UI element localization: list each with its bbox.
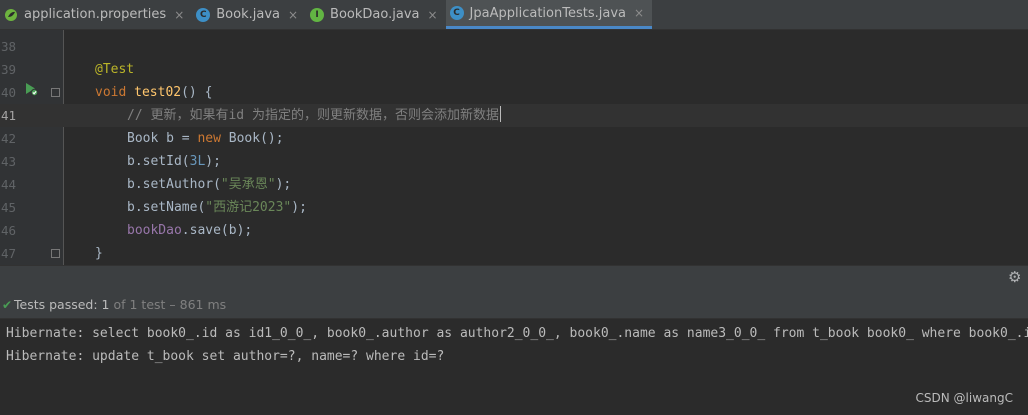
test-status-text: Tests passed: 1 of 1 test – 861 ms bbox=[14, 291, 226, 319]
tab-jpaapplicationtests-java[interactable]: C JpaApplicationTests.java × bbox=[445, 0, 653, 29]
fold-icon[interactable] bbox=[51, 88, 60, 97]
test-status-bar: ✔ Tests passed: 1 of 1 test – 861 ms bbox=[0, 291, 1028, 319]
interface-icon: I bbox=[310, 7, 325, 22]
code-editor[interactable]: 38 39 @Test 40 void test02() { 41 // 更新，… bbox=[0, 30, 1028, 265]
tab-label: BookDao.java bbox=[330, 7, 420, 22]
code-statement: b.setAuthor("吴承恩"); bbox=[127, 173, 291, 196]
code-text: b.setAuthor( bbox=[127, 177, 221, 192]
line-number: 38 bbox=[0, 39, 16, 54]
code-statement: bookDao.save(b); bbox=[127, 219, 252, 242]
close-icon[interactable]: × bbox=[288, 8, 298, 22]
line-number: 44 bbox=[0, 177, 16, 192]
code-text: .save(b); bbox=[181, 223, 253, 238]
code-line: 38 bbox=[0, 35, 1028, 58]
code-text: ); bbox=[275, 177, 292, 192]
field-reference: bookDao bbox=[127, 223, 182, 238]
tab-book-java[interactable]: C Book.java × bbox=[192, 0, 306, 29]
spring-leaf-icon bbox=[4, 8, 18, 22]
tab-label: Book.java bbox=[216, 7, 280, 22]
close-icon[interactable]: × bbox=[174, 8, 184, 22]
console-output[interactable]: Hibernate: select book0_.id as id1_0_0_,… bbox=[0, 319, 1028, 415]
tab-label: JpaApplicationTests.java bbox=[469, 5, 626, 21]
code-line-current: 41 // 更新，如果有id 为指定的，则更新数据，否则会添加新数据 bbox=[0, 104, 1028, 127]
code-statement: Book b = new Book(); bbox=[127, 127, 284, 150]
line-number: 41 bbox=[0, 108, 16, 123]
method-declaration: void test02() { bbox=[95, 81, 212, 104]
tab-bookdao-java[interactable]: I BookDao.java × bbox=[306, 0, 446, 29]
method-name: test02 bbox=[134, 85, 182, 100]
code-line: 40 void test02() { bbox=[0, 81, 1028, 104]
code-text: ); bbox=[205, 154, 221, 169]
keyword: new bbox=[197, 131, 221, 146]
close-icon[interactable]: × bbox=[427, 8, 437, 22]
watermark: CSDN @liwangC bbox=[915, 391, 1013, 405]
number-literal: 3L bbox=[189, 154, 206, 169]
line-number: 39 bbox=[0, 62, 16, 77]
line-number: 42 bbox=[0, 131, 16, 146]
console-line: Hibernate: update t_book set author=?, n… bbox=[6, 349, 445, 364]
fold-icon[interactable] bbox=[51, 249, 60, 258]
test-annotation: @Test bbox=[95, 62, 135, 77]
text-caret bbox=[499, 106, 501, 122]
code-line: 47 } bbox=[0, 242, 1028, 265]
status-label: Tests passed: bbox=[14, 297, 98, 312]
test-class-icon: C bbox=[449, 6, 464, 20]
run-tool-window-header: ⚙ bbox=[0, 265, 1028, 291]
code-line: 43 b.setId(3L); bbox=[0, 150, 1028, 173]
line-number: 47 bbox=[0, 246, 16, 261]
code-line: 44 b.setAuthor("吴承恩"); bbox=[0, 173, 1028, 196]
status-detail: of 1 test – 861 ms bbox=[113, 297, 227, 312]
class-icon: C bbox=[196, 7, 211, 22]
line-number: 45 bbox=[0, 200, 16, 215]
comment-line: // 更新，如果有id 为指定的，则更新数据，否则会添加新数据 bbox=[127, 104, 501, 127]
code-statement: b.setId(3L); bbox=[127, 150, 221, 173]
code-line: 45 b.setName("西游记2023"); bbox=[0, 196, 1028, 219]
code-line: 42 Book b = new Book(); bbox=[0, 127, 1028, 150]
console-line: Hibernate: select book0_.id as id1_0_0_,… bbox=[6, 326, 1028, 341]
line-number: 40 bbox=[0, 85, 16, 100]
closing-brace: } bbox=[95, 246, 103, 261]
run-test-icon[interactable] bbox=[24, 82, 38, 96]
code-line: 39 @Test bbox=[0, 58, 1028, 81]
keyword: void bbox=[95, 85, 127, 100]
code-text: b.setName( bbox=[127, 200, 206, 215]
line-number: 43 bbox=[0, 154, 16, 169]
passed-count: 1 bbox=[101, 297, 110, 312]
code-text: ); bbox=[291, 200, 307, 215]
line-number: 46 bbox=[0, 223, 16, 238]
string-literal: "西游记2023" bbox=[205, 200, 292, 215]
code-text: Book b = bbox=[127, 131, 198, 146]
tab-label: application.properties bbox=[24, 7, 167, 22]
gear-icon[interactable]: ⚙ bbox=[1008, 270, 1023, 285]
code-line: 46 bookDao.save(b); bbox=[0, 219, 1028, 242]
comment: // 更新，如果有id 为指定的，则更新数据，否则会添加新数据 bbox=[127, 108, 499, 123]
code-text: b.setId( bbox=[127, 154, 190, 169]
code-statement: b.setName("西游记2023"); bbox=[127, 196, 307, 219]
editor-tab-bar: application.properties × C Book.java × I… bbox=[0, 0, 1028, 30]
check-icon: ✔ bbox=[2, 298, 13, 312]
string-literal: "吴承恩" bbox=[220, 177, 276, 192]
close-icon[interactable]: × bbox=[634, 6, 644, 20]
tab-application-properties[interactable]: application.properties × bbox=[0, 0, 192, 29]
code-text: Book(); bbox=[220, 131, 284, 146]
code-text: () { bbox=[181, 85, 213, 100]
